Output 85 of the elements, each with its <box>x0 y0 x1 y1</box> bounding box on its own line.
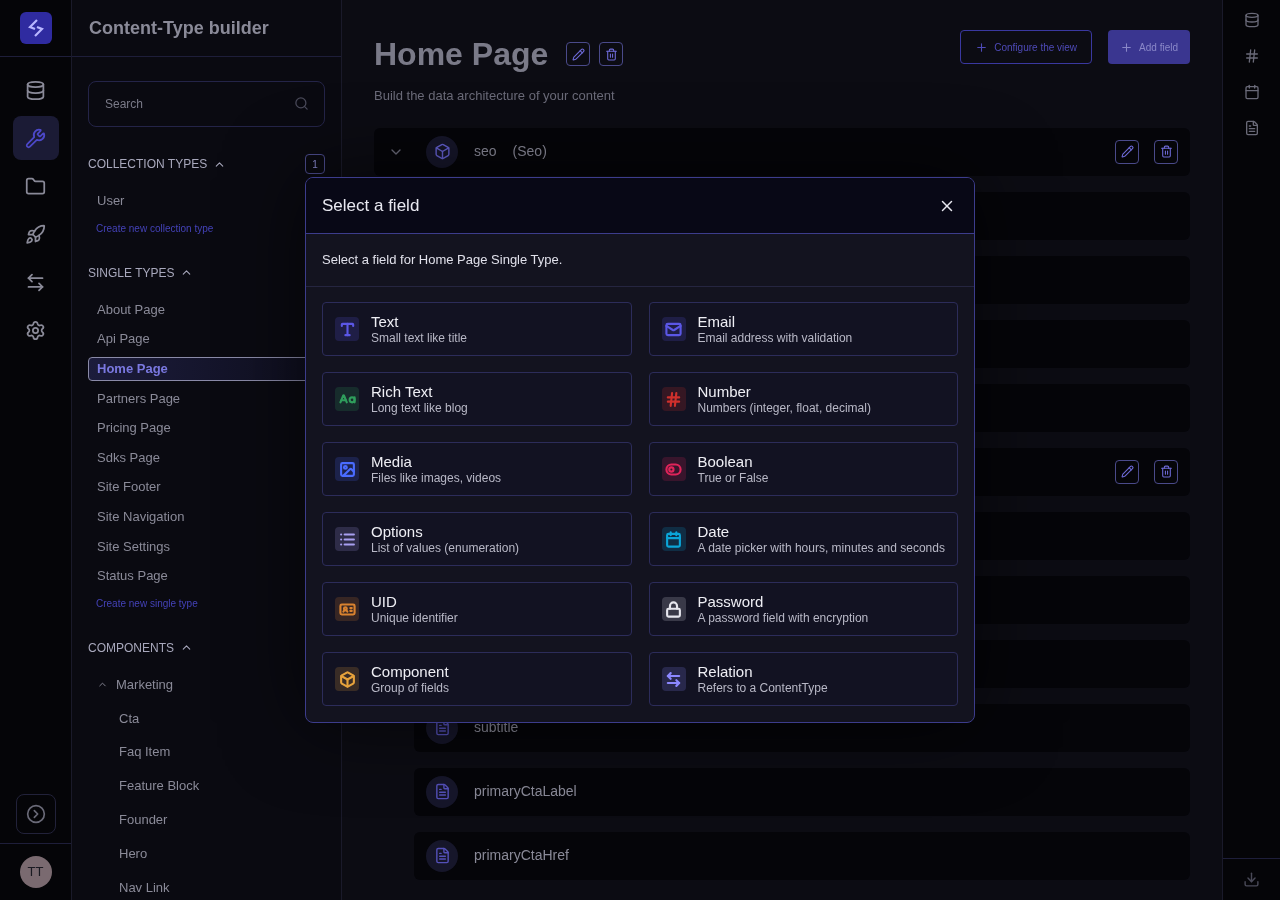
field-type-description: Group of fields <box>371 680 450 696</box>
pencil-icon <box>1120 465 1134 478</box>
field-type-description: Small text like title <box>371 330 468 346</box>
field-type-description: Email address with validation <box>697 330 853 346</box>
plus-icon <box>1120 40 1134 54</box>
edit-button[interactable] <box>1115 459 1139 484</box>
field-type-description: Numbers (integer, float, decimal) <box>697 400 871 416</box>
calendar-icon[interactable] <box>1243 84 1260 100</box>
field-type-card[interactable]: Component Group of fields <box>322 652 632 706</box>
expand-button[interactable] <box>15 794 56 834</box>
field-type-description: True or False <box>697 470 769 486</box>
hash-icon[interactable] <box>1243 48 1260 64</box>
field-name: primaryCtaLabel <box>474 782 577 801</box>
field-type-card[interactable]: Options List of values (enumeration) <box>322 512 632 566</box>
field-type-description: Files like images, videos <box>371 470 502 486</box>
field-type-card[interactable]: Email Email address with validation <box>648 302 958 356</box>
field-type-card[interactable]: Relation Refers to a ContentType <box>648 652 958 706</box>
plus-icon <box>975 40 989 54</box>
trash-icon <box>1159 145 1173 158</box>
add-field-button[interactable]: Add field <box>1108 30 1190 64</box>
page-subtitle: Build the data architecture of your content <box>374 87 616 105</box>
field-type-name: Number <box>697 382 752 401</box>
download-icon[interactable] <box>1243 871 1260 888</box>
edit-button[interactable] <box>566 42 591 66</box>
dialog-subtitle: Select a field for Home Page Single Type. <box>322 251 563 270</box>
cube-icon <box>426 135 458 168</box>
field-type-description: Unique identifier <box>371 610 458 626</box>
pencil-icon <box>571 47 585 61</box>
database-icon[interactable] <box>1243 12 1260 28</box>
count-badge: 1 <box>305 154 325 174</box>
field-type-name: Date <box>697 522 731 541</box>
field-type-card[interactable]: Media Files like images, videos <box>322 442 632 496</box>
field-type-card[interactable]: UID Unique identifier <box>322 582 632 636</box>
search-icon <box>294 96 309 111</box>
chevron-right-circle-icon <box>25 804 46 824</box>
field-type-name: Options <box>371 522 424 541</box>
field-type-card[interactable]: Password A password field with encryption <box>648 582 958 636</box>
delete-button[interactable] <box>1154 139 1178 164</box>
dialog-title: Select a field <box>322 194 420 217</box>
section-title: COMPONENTS <box>88 639 174 657</box>
field-type-description: Refers to a ContentType <box>697 680 828 696</box>
field-type-name: Relation <box>697 662 754 681</box>
field-type-name: Media <box>371 452 413 471</box>
field-type-card[interactable]: Date A date picker with hours, minutes and seconds <box>648 512 958 566</box>
field-type-name: Component <box>371 662 450 681</box>
sidebar-item[interactable]: Nav Link <box>88 875 325 900</box>
user-avatar[interactable]: TT <box>19 856 52 888</box>
page-title: Home Page <box>374 35 549 74</box>
trash-icon <box>604 47 618 61</box>
search-field[interactable]: Search <box>88 81 325 127</box>
field-name: primaryCtaHref <box>474 846 569 865</box>
wrench-icon[interactable] <box>12 116 59 160</box>
group-title[interactable]: Marketing <box>116 674 174 695</box>
field-type-name: Password <box>697 592 765 611</box>
sidebar-item[interactable]: Founder <box>88 807 325 832</box>
sidebar-item[interactable]: Hero <box>88 841 325 866</box>
field-type-name: Rich Text <box>371 382 434 401</box>
field-type-name: Text <box>371 312 400 331</box>
pencil-icon <box>1120 145 1134 158</box>
trash-icon <box>1159 465 1173 478</box>
document-icon <box>426 839 458 872</box>
document-icon[interactable] <box>1243 120 1260 136</box>
field-type-card[interactable]: Number Numbers (integer, float, decimal) <box>648 372 958 426</box>
section-title: SINGLE TYPES <box>88 264 175 282</box>
field-type-description: A password field with encryption <box>697 610 869 626</box>
delete-button[interactable] <box>599 42 624 66</box>
field-type: (Seo) <box>512 142 547 161</box>
edit-button[interactable] <box>1115 139 1139 164</box>
field-type-name: Boolean <box>697 452 754 471</box>
field-type-card[interactable]: Rich Text Long text like blog <box>322 372 632 426</box>
logo-icon[interactable] <box>19 12 52 44</box>
section-title: COLLECTION TYPES <box>88 156 208 173</box>
sidebar-item[interactable]: Feature Block <box>88 773 325 798</box>
field-name: seo <box>474 142 497 161</box>
field-type-card[interactable]: Boolean True or False <box>648 442 958 496</box>
sidebar-title: Content-Type builder <box>89 16 269 40</box>
field-type-description: A date picker with hours, minutes and seconds <box>697 540 945 556</box>
field-type-card[interactable]: Text Small text like title <box>322 302 632 356</box>
sidebar-item[interactable]: Faq Item <box>88 740 325 765</box>
delete-button[interactable] <box>1154 459 1178 484</box>
document-icon <box>426 775 458 808</box>
field-type-description: List of values (enumeration) <box>371 540 520 556</box>
field-type-description: Long text like blog <box>371 400 468 416</box>
field-type-name: UID <box>371 592 398 611</box>
field-type-name: Email <box>697 312 736 331</box>
